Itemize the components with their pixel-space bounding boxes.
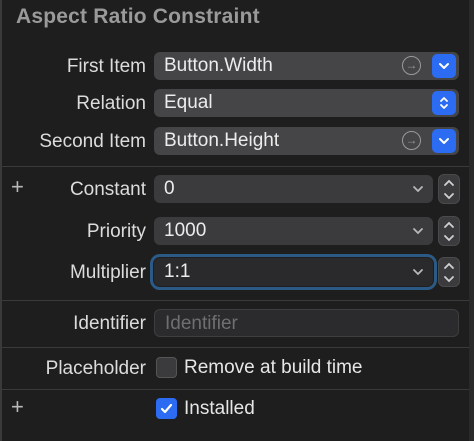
second-item-label: Second Item	[39, 131, 146, 152]
placeholder-label: Placeholder	[45, 358, 146, 379]
installed-label[interactable]: Installed	[184, 398, 255, 420]
panel-scrollbar-track	[469, 0, 474, 441]
priority-value: 1000	[164, 220, 207, 241]
multiplier-label: Multiplier	[69, 262, 146, 283]
stepper-down-icon[interactable]	[443, 275, 455, 283]
priority-label: Priority	[86, 221, 146, 242]
priority-stepper[interactable]	[438, 216, 460, 246]
goto-arrow-icon[interactable]: →	[402, 131, 421, 150]
multiplier-stepper[interactable]	[438, 257, 460, 287]
remove-at-build-time-label[interactable]: Remove at build time	[184, 357, 362, 379]
multiplier-value: 1:1	[164, 261, 191, 282]
identifier-placeholder: Identifier	[165, 313, 238, 334]
remove-at-build-time-checkbox[interactable]	[156, 357, 177, 378]
checkmark-icon	[160, 403, 173, 414]
first-item-popup[interactable]: Button.Width →	[154, 52, 459, 80]
panel-left-border	[0, 0, 2, 441]
relation-label: Relation	[76, 93, 146, 114]
identifier-label: Identifier	[73, 313, 146, 334]
second-item-popup[interactable]: Button.Height →	[154, 127, 459, 155]
stepper-up-icon[interactable]	[443, 221, 455, 229]
attributes-inspector-panel: Aspect Ratio Constraint First Item Butto…	[0, 0, 474, 441]
add-installed-variation-plus-icon[interactable]: +	[11, 396, 24, 418]
up-down-chevron-icon[interactable]	[432, 91, 456, 115]
section-divider	[0, 389, 469, 390]
chevron-down-icon[interactable]	[412, 184, 424, 194]
section-divider	[0, 166, 469, 167]
installed-checkbox[interactable]	[156, 398, 177, 419]
identifier-input[interactable]: Identifier	[154, 309, 459, 337]
stepper-up-icon[interactable]	[443, 262, 455, 270]
section-title: Aspect Ratio Constraint	[16, 5, 260, 28]
stepper-down-icon[interactable]	[443, 192, 455, 200]
chevron-down-icon[interactable]	[412, 226, 424, 236]
section-divider	[0, 347, 469, 348]
relation-value: Equal	[164, 92, 213, 113]
chevron-down-icon[interactable]	[432, 129, 456, 153]
constant-value: 0	[164, 178, 175, 199]
multiplier-combo[interactable]: 1:1	[150, 254, 437, 290]
relation-popup[interactable]: Equal	[154, 89, 459, 117]
constant-stepper[interactable]	[438, 174, 460, 204]
stepper-up-icon[interactable]	[443, 179, 455, 187]
second-item-value: Button.Height	[164, 130, 280, 151]
section-divider	[0, 300, 469, 301]
chevron-down-icon[interactable]	[412, 267, 424, 277]
chevron-down-icon[interactable]	[432, 54, 456, 78]
constant-label: Constant	[69, 179, 146, 200]
first-item-label: First Item	[66, 56, 146, 77]
priority-combo[interactable]: 1000	[154, 217, 433, 245]
first-item-value: Button.Width	[164, 55, 273, 76]
constant-combo[interactable]: 0	[154, 175, 433, 203]
stepper-down-icon[interactable]	[443, 234, 455, 242]
goto-arrow-icon[interactable]: →	[402, 56, 421, 75]
